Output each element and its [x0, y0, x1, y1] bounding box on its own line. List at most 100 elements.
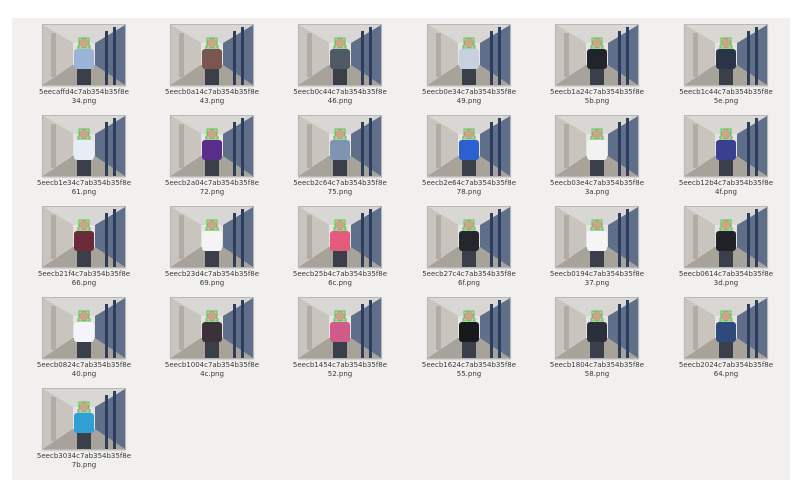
image-thumbnail[interactable] [42, 115, 126, 177]
file-name-line-1: 5eecb23d4c7ab354b35f8e [164, 270, 260, 278]
file-name-line-1: 5eecb0a14c7ab354b35f8e [165, 88, 259, 96]
file-item[interactable]: 5eecb0e34c7ab354b35f8e 49.png [405, 24, 533, 114]
image-thumbnail[interactable] [298, 24, 382, 86]
file-name-line-1: 5eecb27c4c7ab354b35f8e [422, 270, 516, 278]
file-name-line-1: 5eecb1a24c7ab354b35f8e [550, 88, 644, 96]
file-name-line-2: 37.png [584, 279, 610, 287]
file-name-line-2: 58.png [584, 370, 610, 378]
file-item[interactable]: 5eecb0194c7ab354b35f8e 37.png [533, 206, 661, 296]
thumbnail-image [556, 298, 638, 358]
image-thumbnail[interactable] [427, 297, 511, 359]
image-thumbnail[interactable] [42, 297, 126, 359]
file-name-line-2: 43.png [199, 97, 225, 105]
thumbnail-image [299, 298, 381, 358]
file-item[interactable]: 5eecb12b4c7ab354b35f8e 4f.png [662, 115, 790, 205]
file-name-line-2: 64.png [713, 370, 739, 378]
file-item[interactable]: 5eecb1a24c7ab354b35f8e 5b.png [533, 24, 661, 114]
file-name-line-1: 5eecb1004c7ab354b35f8e [164, 361, 260, 369]
file-name-line-1: 5eecb1624c7ab354b35f8e [421, 361, 517, 369]
file-item[interactable]: 5eecb2a04c7ab354b35f8e 72.png [148, 115, 276, 205]
image-thumbnail[interactable] [555, 297, 639, 359]
thumbnail-image [428, 207, 510, 267]
file-name-line-2: 3d.png [713, 279, 739, 287]
file-item[interactable]: 5eecb1c44c7ab354b35f8e 5e.png [662, 24, 790, 114]
file-name-line-1: 5eecb1454c7ab354b35f8e [292, 361, 388, 369]
file-name-line-2: 6c.png [328, 279, 352, 287]
thumbnail-image [43, 389, 125, 449]
file-name-line-1: 5eecb1c44c7ab354b35f8e [679, 88, 773, 96]
file-name-line-2: 46.png [327, 97, 353, 105]
file-name-line-1: 5eecb0614c7ab354b35f8e [678, 270, 774, 278]
thumbnail-image [428, 25, 510, 85]
file-item[interactable]: 5eecb2c64c7ab354b35f8e 75.png [276, 115, 404, 205]
file-name-line-2: 69.png [199, 279, 225, 287]
file-item[interactable]: 5eecb25b4c7ab354b35f8e 6c.png [276, 206, 404, 296]
file-item[interactable]: 5eecb3034c7ab354b35f8e 7b.png [20, 388, 148, 478]
thumbnail-image [685, 298, 767, 358]
thumbnail-image [556, 207, 638, 267]
file-name-line-1: 5eecb1e34c7ab354b35f8e [37, 179, 131, 187]
image-thumbnail[interactable] [42, 388, 126, 450]
image-thumbnail[interactable] [427, 24, 511, 86]
file-item[interactable]: 5eecb21f4c7ab354b35f8e 66.png [20, 206, 148, 296]
image-thumbnail[interactable] [555, 24, 639, 86]
image-thumbnail[interactable] [298, 115, 382, 177]
file-name-line-2: 72.png [199, 188, 225, 196]
image-thumbnail[interactable] [555, 115, 639, 177]
file-name-line-2: 4c.png [200, 370, 224, 378]
file-name-line-1: 5eecb25b4c7ab354b35f8e [292, 270, 388, 278]
thumbnail-image [299, 207, 381, 267]
file-item[interactable]: 5eecb1e34c7ab354b35f8e 61.png [20, 115, 148, 205]
thumbnail-image [171, 207, 253, 267]
file-item[interactable]: 5eecb1004c7ab354b35f8e 4c.png [148, 297, 276, 387]
file-item[interactable]: 5eecb2e64c7ab354b35f8e 78.png [405, 115, 533, 205]
file-name-line-1: 5eecb0194c7ab354b35f8e [549, 270, 645, 278]
image-thumbnail[interactable] [427, 115, 511, 177]
file-name-line-2: 5e.png [713, 97, 739, 105]
image-thumbnail[interactable] [42, 206, 126, 268]
file-name-line-1: 5eecb1804c7ab354b35f8e [549, 361, 645, 369]
file-item[interactable]: 5eecb0a14c7ab354b35f8e 43.png [148, 24, 276, 114]
thumbnail-image [171, 298, 253, 358]
thumbnail-image [685, 25, 767, 85]
thumbnail-image [685, 116, 767, 176]
file-name-line-2: 55.png [456, 370, 482, 378]
file-name-line-1: 5eecb21f4c7ab354b35f8e [37, 270, 131, 278]
image-thumbnail[interactable] [170, 206, 254, 268]
file-name-line-2: 61.png [71, 188, 97, 196]
image-thumbnail[interactable] [42, 24, 126, 86]
image-thumbnail[interactable] [684, 297, 768, 359]
file-name-line-1: 5eecb12b4c7ab354b35f8e [678, 179, 774, 187]
file-name-line-2: 52.png [327, 370, 353, 378]
image-thumbnail[interactable] [298, 206, 382, 268]
thumbnail-image [43, 25, 125, 85]
file-name-line-2: 66.png [71, 279, 97, 287]
image-thumbnail[interactable] [298, 297, 382, 359]
file-item[interactable]: 5eecb03e4c7ab354b35f8e 3a.png [533, 115, 661, 205]
image-thumbnail[interactable] [684, 115, 768, 177]
image-thumbnail[interactable] [684, 206, 768, 268]
image-thumbnail[interactable] [170, 297, 254, 359]
file-item[interactable]: 5eecb23d4c7ab354b35f8e 69.png [148, 206, 276, 296]
file-item[interactable]: 5eecb1624c7ab354b35f8e 55.png [405, 297, 533, 387]
file-name-line-1: 5eecb2c64c7ab354b35f8e [293, 179, 387, 187]
file-item[interactable]: 5eecaffd4c7ab354b35f8e 34.png [20, 24, 148, 114]
image-thumbnail[interactable] [555, 206, 639, 268]
file-browser-view[interactable]: 5eecaffd4c7ab354b35f8e 34.png 5eecb0a14c7a… [12, 18, 790, 480]
image-thumbnail[interactable] [170, 24, 254, 86]
file-item[interactable]: 5eecb0c44c7ab354b35f8e 46.png [276, 24, 404, 114]
file-name-line-2: 5b.png [584, 97, 610, 105]
thumbnail-image [43, 116, 125, 176]
file-item[interactable]: 5eecb1804c7ab354b35f8e 58.png [533, 297, 661, 387]
image-thumbnail[interactable] [684, 24, 768, 86]
image-thumbnail[interactable] [170, 115, 254, 177]
file-item[interactable]: 5eecb0614c7ab354b35f8e 3d.png [662, 206, 790, 296]
file-name-line-2: 78.png [456, 188, 482, 196]
file-item[interactable]: 5eecb27c4c7ab354b35f8e 6f.png [405, 206, 533, 296]
file-item[interactable]: 5eecb1454c7ab354b35f8e 52.png [276, 297, 404, 387]
file-name-line-1: 5eecb2e64c7ab354b35f8e [422, 179, 516, 187]
file-item[interactable]: 5eecb2024c7ab354b35f8e 64.png [662, 297, 790, 387]
thumbnail-image [685, 207, 767, 267]
image-thumbnail[interactable] [427, 206, 511, 268]
file-item[interactable]: 5eecb0824c7ab354b35f8e 40.png [20, 297, 148, 387]
